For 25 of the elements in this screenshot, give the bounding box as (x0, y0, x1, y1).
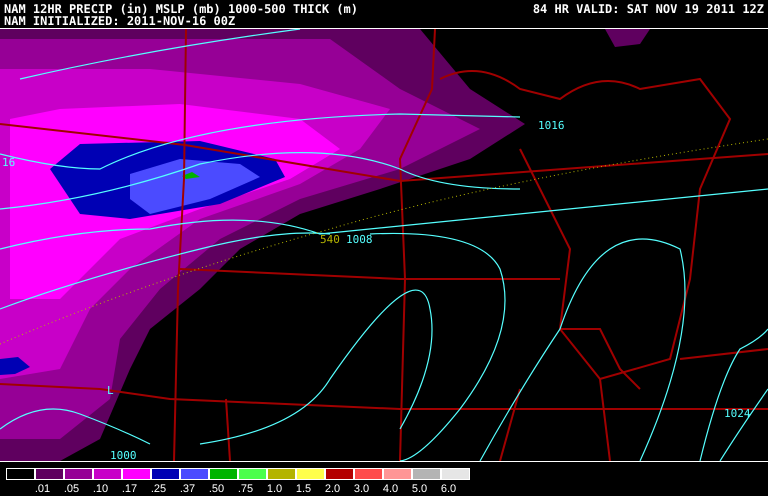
chart-title: NAM 12HR PRECIP (in) MSLP (mb) 1000-500 THICK (m) (4, 3, 358, 15)
legend-label: 1.5 (294, 483, 312, 495)
legend-label: .50 (208, 483, 226, 495)
contour-label: 1024 (724, 407, 750, 420)
init-time: NAM INITIALIZED: 2011-NOV-16 00Z (4, 15, 236, 27)
contour-label: 1000 (110, 449, 136, 461)
legend-label: 6.0 (440, 483, 458, 495)
legend-label: 3.0 (352, 483, 370, 495)
contour-label: 1016 (538, 119, 564, 132)
low-pressure-label: L (107, 384, 114, 397)
legend-label: .01 (34, 483, 52, 495)
legend-label: .05 (62, 483, 80, 495)
legend-label: 5.0 (410, 483, 428, 495)
legend-label: 2.0 (324, 483, 342, 495)
contour-label: 540 (320, 233, 340, 246)
contour-label: 1008 (346, 233, 372, 246)
valid-time: 84 HR VALID: SAT NOV 19 2011 12Z (532, 3, 764, 15)
legend-label: .75 (236, 483, 254, 495)
contour-label: 16 (2, 156, 16, 169)
legend-label: .37 (178, 483, 196, 495)
legend-label: .10 (92, 483, 110, 495)
legend-label: 1.0 (266, 483, 284, 495)
legend-label: .17 (120, 483, 138, 495)
legend-label: .25 (150, 483, 168, 495)
legend-label: 4.0 (382, 483, 400, 495)
